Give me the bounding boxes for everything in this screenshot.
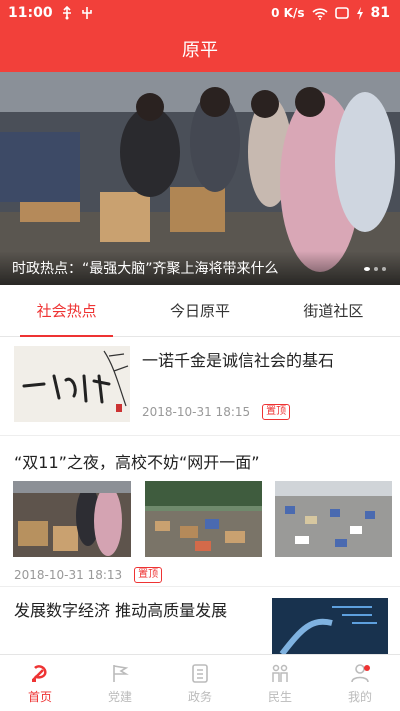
status-time: 11:00	[8, 5, 53, 21]
pinned-badge: 置顶	[134, 567, 163, 583]
party-emblem-icon	[32, 664, 47, 682]
article-title: 发展数字经济 推动高质量发展	[14, 601, 228, 620]
category-tabs: 社会热点 今日原平 街道社区	[0, 285, 400, 337]
campus-parcels-photo	[275, 481, 392, 557]
nav-mine[interactable]: 我的	[320, 655, 400, 711]
article-meta: 2018-10-31 18:15 置顶	[142, 404, 291, 420]
article-item[interactable]: 发展数字经济 推动高质量发展	[0, 588, 400, 654]
bottom-navigation: 首页 党建 政务 民生 我的	[0, 654, 400, 711]
app-title-bar: 原平	[0, 26, 400, 72]
photo	[275, 481, 392, 557]
nav-minsheng[interactable]: 民生	[240, 655, 320, 711]
article-item[interactable]: 一诺千金是诚信社会的基石 2018-10-31 18:15 置顶	[0, 338, 400, 436]
usb-icon	[62, 6, 71, 20]
carousel-dot	[374, 267, 378, 271]
pinned-badge: 置顶	[262, 404, 291, 420]
tab-jinri-yuanping[interactable]: 今日原平	[133, 285, 266, 336]
article-date: 2018-10-31 18:13	[14, 568, 123, 582]
digital-hand-photo	[272, 598, 388, 654]
nav-label: 民生	[267, 689, 292, 704]
flag-icon	[113, 664, 129, 682]
notification-dot	[364, 665, 370, 671]
nav-label: 党建	[107, 689, 132, 704]
nav-label: 政务	[187, 689, 212, 704]
status-bar: 11:00 0 K/s 81	[0, 0, 400, 26]
article-meta: 2018-10-31 18:13 置顶	[14, 567, 163, 583]
photo	[145, 481, 262, 557]
article-date: 2018-10-31 18:15	[142, 405, 251, 419]
article-item[interactable]: “双11”之夜，高校不妨“网开一面” 2018-10-31 18:13 置顶	[0, 437, 400, 587]
calligraphy-yinuoqianjin	[14, 346, 130, 422]
photo	[13, 481, 131, 557]
network-speed: 0 K/s	[271, 6, 305, 20]
banner-carousel[interactable]: 时政热点：“最强大脑”齐聚上海将带来什么	[0, 72, 400, 285]
wifi-icon	[311, 7, 328, 20]
tab-shehui-redian[interactable]: 社会热点	[0, 285, 133, 337]
nav-label: 首页	[27, 689, 52, 704]
nav-home[interactable]: 首页	[0, 655, 80, 711]
charging-icon	[356, 6, 363, 20]
tab-label: 今日原平	[169, 302, 230, 320]
carousel-dot	[382, 267, 386, 271]
tab-label: 社会热点	[36, 302, 97, 320]
parcels-on-ground-photo	[145, 481, 262, 557]
calligraphy-image	[14, 346, 130, 422]
nav-dangjian[interactable]: 党建	[80, 655, 160, 711]
tab-jiedao-shequ[interactable]: 街道社区	[267, 285, 400, 336]
article-title: “双11”之夜，高校不妨“网开一面”	[14, 453, 260, 472]
carousel-dot	[364, 267, 370, 271]
usb-debug-icon	[81, 7, 92, 19]
nav-zhengwu[interactable]: 政务	[160, 655, 240, 711]
tab-label: 街道社区	[303, 302, 364, 320]
carousel-indicator	[364, 267, 386, 271]
students-parcels-photo	[13, 481, 131, 557]
page-title: 原平	[182, 40, 218, 61]
building-icon	[192, 663, 208, 683]
banner-caption: 时政热点：“最强大脑”齐聚上海将带来什么	[0, 251, 400, 285]
photo	[272, 598, 388, 654]
people-icon	[272, 664, 288, 682]
battery-level: 81	[370, 5, 390, 21]
article-title: 一诺千金是诚信社会的基石	[142, 351, 335, 370]
nav-label: 我的	[347, 689, 372, 704]
sim-icon	[334, 7, 349, 19]
